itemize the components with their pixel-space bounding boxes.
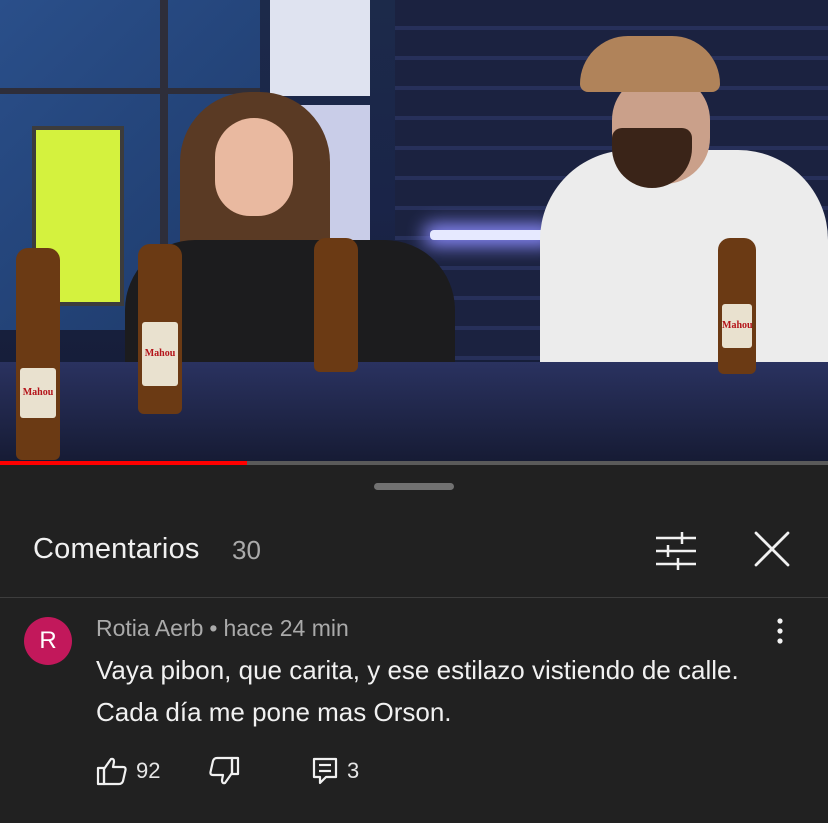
- table-surface: [0, 362, 828, 462]
- thumb-up-icon[interactable]: [96, 755, 128, 787]
- reply-icon[interactable]: [312, 757, 338, 785]
- whiteboard: [270, 0, 370, 96]
- person-woman-face: [215, 118, 293, 216]
- thumb-down-icon[interactable]: [208, 755, 240, 787]
- comment-author[interactable]: Rotia Aerb: [96, 615, 203, 641]
- beer-bottle: Mahou: [138, 244, 182, 414]
- beer-bottle: [314, 238, 358, 372]
- comment-meta: Rotia Aerb • hace 24 min: [96, 615, 349, 642]
- person-man-body: [540, 150, 828, 362]
- beer-bottle: Mahou: [718, 238, 756, 374]
- more-vert-icon[interactable]: [766, 617, 794, 647]
- bottle-label: Mahou: [722, 304, 753, 348]
- comments-count: 30: [232, 535, 261, 565]
- backdrop-frame: [0, 88, 260, 94]
- close-icon[interactable]: [750, 527, 794, 571]
- tune-icon[interactable]: [654, 531, 698, 571]
- person-man-cap: [580, 36, 720, 92]
- bottle-label: Mahou: [20, 368, 56, 418]
- video-player[interactable]: Mahou Mahou Mahou: [0, 0, 828, 462]
- header-divider: [0, 597, 828, 598]
- avatar-letter: R: [39, 627, 57, 654]
- comments-sheet: Comentarios 30 R Rotia Aerb • hace 24 mi…: [0, 465, 828, 823]
- comment-actions: 92 3: [0, 755, 828, 795]
- like-count: 92: [136, 758, 161, 783]
- meta-separator: •: [209, 615, 218, 641]
- comment-text: Vaya pibon, que carita, y ese estilazo v…: [96, 649, 806, 733]
- neon-light: [430, 230, 550, 240]
- comments-header: Comentarios 30: [0, 525, 828, 585]
- bottle-label: Mahou: [142, 322, 178, 386]
- comment-line: Vaya pibon, que carita, y ese estilazo v…: [96, 655, 739, 685]
- avatar[interactable]: R: [24, 617, 72, 665]
- comments-title: Comentarios: [33, 533, 200, 565]
- reply-count: 3: [347, 758, 360, 783]
- drag-handle[interactable]: [374, 483, 454, 490]
- comment-line: Cada día me pone mas Orson.: [96, 697, 452, 727]
- beer-bottle: Mahou: [16, 248, 60, 460]
- comment-time: hace 24 min: [223, 615, 349, 641]
